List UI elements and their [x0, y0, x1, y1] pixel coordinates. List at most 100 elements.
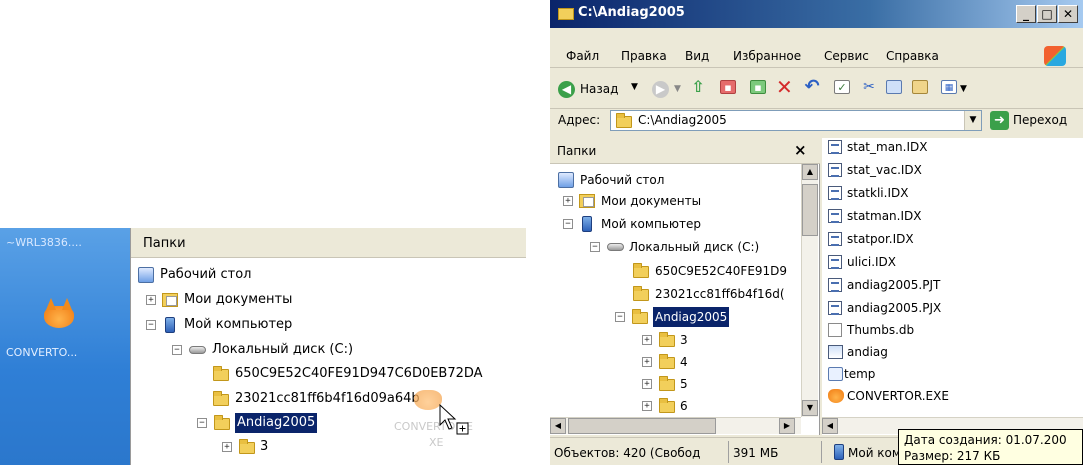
- desktop-file-label[interactable]: ~WRL3836....: [6, 236, 82, 249]
- file-name: statkli.IDX: [847, 186, 909, 200]
- tooltip-size: Размер: 217 КБ: [904, 449, 1001, 463]
- close-pane-icon[interactable]: ×: [794, 141, 807, 159]
- desktop-file-label[interactable]: CONVERTO...: [6, 346, 77, 359]
- back-button[interactable]: ◀ Назад ▼: [556, 79, 646, 101]
- cut-icon[interactable]: ✂: [861, 80, 877, 94]
- file-name: statpor.IDX: [847, 232, 914, 246]
- properties-icon[interactable]: ✓: [834, 80, 850, 94]
- file-tooltip: Дата создания: 01.07.200 Размер: 217 КБ: [898, 429, 1083, 465]
- delete-icon[interactable]: ✕: [776, 77, 793, 97]
- collapse-toggle[interactable]: −: [172, 345, 182, 355]
- db-file-icon: [828, 323, 842, 337]
- expand-toggle[interactable]: +: [642, 335, 652, 345]
- address-value: C:\Andiag2005: [638, 113, 727, 127]
- menu-view[interactable]: Вид: [685, 49, 709, 63]
- folder-icon: [213, 366, 229, 381]
- collapse-toggle[interactable]: −: [590, 242, 600, 252]
- go-button-label[interactable]: Переход: [1013, 113, 1067, 127]
- tree-label: 4: [680, 355, 688, 369]
- close-button[interactable]: ✕: [1058, 5, 1078, 23]
- collapse-toggle[interactable]: −: [563, 219, 573, 229]
- tree-label: Мой компьютер: [184, 317, 293, 332]
- menu-help[interactable]: Справка: [886, 49, 939, 63]
- my-documents-icon: [162, 293, 178, 307]
- expand-toggle[interactable]: +: [642, 401, 652, 411]
- views-icon[interactable]: ▦: [941, 80, 957, 94]
- forward-button[interactable]: ▶: [652, 81, 669, 98]
- my-documents-icon: [579, 194, 595, 208]
- menu-tools[interactable]: Сервис: [824, 49, 869, 63]
- go-arrow-icon[interactable]: ➜: [990, 111, 1009, 130]
- table-file-icon: [828, 301, 842, 315]
- folder-icon: [213, 391, 229, 406]
- vertical-scrollbar[interactable]: ▲ ▼: [801, 164, 818, 417]
- scroll-down-arrow[interactable]: ▼: [802, 400, 818, 416]
- file-name: CONVERTOR.EXE: [847, 389, 949, 403]
- file-name: statman.IDX: [847, 209, 922, 223]
- collapse-toggle[interactable]: −: [146, 320, 156, 330]
- folder-icon: [214, 415, 230, 430]
- scroll-left-arrow[interactable]: ◀: [822, 418, 838, 434]
- scroll-up-arrow[interactable]: ▲: [802, 164, 818, 180]
- explorer-window: C:\Andiag2005 _ □ ✕ Файл Правка Вид Избр…: [550, 0, 1083, 465]
- expand-toggle[interactable]: +: [563, 196, 573, 206]
- menu-file[interactable]: Файл: [566, 49, 599, 63]
- tree-label: 6: [680, 399, 688, 413]
- tree-label: Рабочий стол: [580, 173, 665, 187]
- expand-toggle[interactable]: +: [642, 379, 652, 389]
- copy-icon[interactable]: [886, 80, 902, 94]
- file-name: andiag: [847, 345, 888, 359]
- copy-to-icon[interactable]: ▪: [720, 80, 736, 94]
- move-to-icon[interactable]: ▪: [750, 80, 766, 94]
- dropdown-arrow-icon[interactable]: ▼: [631, 82, 638, 92]
- desktop-icon: [138, 267, 154, 283]
- table-file-icon: [828, 255, 842, 269]
- status-divider: [728, 441, 729, 463]
- window-title: C:\Andiag2005: [578, 5, 685, 20]
- address-bar: Адрес: C:\Andiag2005 ▼ ➜ Переход: [550, 108, 1083, 132]
- dropdown-arrow-icon[interactable]: ▼: [674, 84, 681, 94]
- maximize-button[interactable]: □: [1037, 5, 1057, 23]
- pane-title: Папки: [143, 236, 186, 251]
- horizontal-scrollbar[interactable]: ◀ ▶: [550, 417, 801, 434]
- tree-label-selected: Andiag2005: [653, 307, 730, 327]
- convertor-desktop-icon[interactable]: [40, 298, 78, 332]
- menu-edit[interactable]: Правка: [621, 49, 667, 63]
- tree-label-selected: Andiag2005: [235, 413, 318, 433]
- minimize-button[interactable]: _: [1016, 5, 1036, 23]
- table-file-icon: [828, 232, 842, 246]
- tree-label: Мои документы: [601, 194, 702, 208]
- paste-icon[interactable]: [912, 80, 928, 94]
- undo-icon[interactable]: ↶: [804, 78, 820, 96]
- collapse-toggle[interactable]: −: [197, 418, 207, 428]
- table-file-icon: [828, 278, 842, 292]
- fox-exe-icon: [828, 389, 844, 403]
- hard-drive-icon: [189, 346, 206, 354]
- address-dropdown-button[interactable]: ▼: [964, 111, 981, 130]
- folder-icon: [558, 8, 574, 20]
- status-object-count: Объектов: 420 (Свобод: [554, 446, 701, 460]
- address-input[interactable]: C:\Andiag2005 ▼: [610, 110, 982, 131]
- title-bar[interactable]: C:\Andiag2005 _ □ ✕: [550, 0, 1083, 28]
- status-divider: [821, 441, 822, 463]
- table-file-icon: [828, 163, 842, 177]
- scroll-right-arrow[interactable]: ▶: [779, 418, 795, 434]
- app-icon: [828, 345, 843, 359]
- file-name: stat_man.IDX: [847, 140, 928, 154]
- scroll-left-arrow[interactable]: ◀: [550, 418, 566, 434]
- up-folder-icon[interactable]: ⇧: [690, 79, 706, 95]
- expand-toggle[interactable]: +: [222, 442, 232, 452]
- expand-toggle[interactable]: +: [146, 295, 156, 305]
- dropdown-arrow-icon[interactable]: ▼: [960, 84, 967, 94]
- folder-icon: [659, 332, 675, 347]
- collapse-toggle[interactable]: −: [615, 312, 625, 322]
- tree-label: 5: [680, 377, 688, 391]
- menu-favorites[interactable]: Избранное: [733, 49, 801, 63]
- expand-toggle[interactable]: +: [642, 357, 652, 367]
- scroll-thumb[interactable]: [568, 418, 716, 434]
- tree-label: 650C9E52C40FE91D947C6D0EB72DA: [235, 366, 483, 381]
- scroll-thumb[interactable]: [802, 184, 818, 236]
- folders-pane-header: Папки ×: [550, 138, 820, 164]
- tree-label: Рабочий стол: [160, 267, 252, 282]
- folders-pane-title: Папки: [557, 144, 597, 158]
